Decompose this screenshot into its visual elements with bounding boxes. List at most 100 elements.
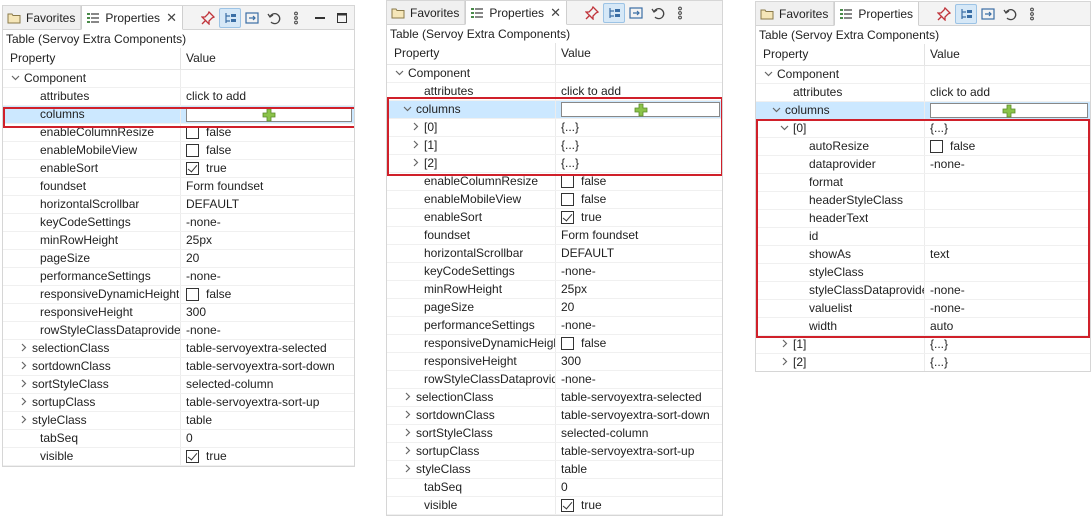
pin-button[interactable] xyxy=(197,8,219,28)
show-advanced-button[interactable] xyxy=(241,8,263,28)
tab-favorites[interactable]: Favorites xyxy=(387,1,466,24)
property-name-cell[interactable]: styleClass xyxy=(387,461,556,478)
property-value-cell[interactable]: Form foundset xyxy=(556,227,722,244)
property-name-cell[interactable]: styleClass xyxy=(3,412,181,429)
chevron-down-icon[interactable] xyxy=(9,70,21,87)
property-name-cell[interactable]: keyCodeSettings xyxy=(3,214,181,231)
property-name-cell[interactable]: minRowHeight xyxy=(387,281,556,298)
restore-default-button[interactable] xyxy=(263,8,285,28)
property-name-cell[interactable]: foundset xyxy=(3,178,181,195)
property-name-cell[interactable]: [0] xyxy=(387,119,556,136)
property-value-cell[interactable]: true xyxy=(181,448,354,465)
property-name-cell[interactable]: enableSort xyxy=(3,160,181,177)
property-value-cell[interactable] xyxy=(925,66,1090,83)
checkbox[interactable] xyxy=(186,144,199,157)
property-row-1[interactable]: [1] {...} xyxy=(387,137,722,155)
property-name-cell[interactable]: attributes xyxy=(756,84,925,101)
property-row-showas[interactable]: showAs text xyxy=(756,246,1090,264)
property-name-cell[interactable]: Component xyxy=(387,65,556,82)
property-row-keycodesettings[interactable]: keyCodeSettings -none- xyxy=(387,263,722,281)
add-column-field[interactable] xyxy=(561,102,720,117)
property-value-cell[interactable]: {...} xyxy=(556,119,722,136)
property-name-cell[interactable]: rowStyleClassDataprovider xyxy=(387,371,556,388)
chevron-right-icon[interactable] xyxy=(409,119,421,136)
property-row-0[interactable]: [0] {...} xyxy=(387,119,722,137)
property-row-pagesize[interactable]: pageSize 20 xyxy=(387,299,722,317)
property-name-cell[interactable]: columns xyxy=(3,106,181,123)
property-row-component[interactable]: Component xyxy=(387,65,722,83)
property-name-cell[interactable]: visible xyxy=(387,497,556,514)
property-value-cell[interactable]: {...} xyxy=(556,137,722,154)
property-row-selectionclass[interactable]: selectionClass table-servoyextra-selected xyxy=(3,340,354,358)
property-value-cell[interactable]: selected-column xyxy=(181,376,354,393)
header-value[interactable]: Value xyxy=(181,48,216,69)
property-name-cell[interactable]: headerStyleClass xyxy=(756,192,925,209)
header-value[interactable]: Value xyxy=(556,43,591,64)
property-value-cell[interactable]: 20 xyxy=(556,299,722,316)
add-plus-icon[interactable] xyxy=(262,108,276,122)
close-icon[interactable]: ✕ xyxy=(550,5,561,21)
chevron-right-icon[interactable] xyxy=(401,443,413,460)
restore-default-button[interactable] xyxy=(647,3,669,23)
property-value-cell[interactable] xyxy=(925,102,1090,119)
property-value-cell[interactable] xyxy=(925,264,1090,281)
property-value-cell[interactable]: Form foundset xyxy=(181,178,354,195)
property-name-cell[interactable]: attributes xyxy=(387,83,556,100)
property-value-cell[interactable]: true xyxy=(556,209,722,226)
property-row-tabseq[interactable]: tabSeq 0 xyxy=(387,479,722,497)
property-row-format[interactable]: format xyxy=(756,174,1090,192)
property-row-enablesort[interactable]: enableSort true xyxy=(3,160,354,178)
header-property[interactable]: Property xyxy=(756,44,925,65)
property-row-sortdownclass[interactable]: sortdownClass table-servoyextra-sort-down xyxy=(3,358,354,376)
chevron-right-icon[interactable] xyxy=(17,394,29,411)
chevron-right-icon[interactable] xyxy=(778,336,790,353)
property-row-attributes[interactable]: attributes click to add xyxy=(3,88,354,106)
property-name-cell[interactable]: keyCodeSettings xyxy=(387,263,556,280)
property-value-cell[interactable] xyxy=(925,228,1090,245)
property-row-sortstyleclass[interactable]: sortStyleClass selected-column xyxy=(387,425,722,443)
tab-properties[interactable]: Properties ✕ xyxy=(81,6,183,30)
property-row-sortupclass[interactable]: sortupClass table-servoyextra-sort-up xyxy=(387,443,722,461)
property-row-id[interactable]: id xyxy=(756,228,1090,246)
checkbox[interactable] xyxy=(561,211,574,224)
property-value-cell[interactable]: {...} xyxy=(556,155,722,172)
property-row-component[interactable]: Component xyxy=(756,66,1090,84)
tab-favorites[interactable]: Favorites xyxy=(756,2,835,25)
property-row-enablemobileview[interactable]: enableMobileView false xyxy=(3,142,354,160)
property-value-cell[interactable]: text xyxy=(925,246,1090,263)
property-name-cell[interactable]: horizontalScrollbar xyxy=(387,245,556,262)
property-row-pagesize[interactable]: pageSize 20 xyxy=(3,250,354,268)
property-value-cell[interactable]: table-servoyextra-sort-down xyxy=(181,358,354,375)
property-name-cell[interactable]: Component xyxy=(756,66,925,83)
property-value-cell[interactable]: 25px xyxy=(556,281,722,298)
property-name-cell[interactable]: minRowHeight xyxy=(3,232,181,249)
property-row-responsiveheight[interactable]: responsiveHeight 300 xyxy=(3,304,354,322)
property-name-cell[interactable]: format xyxy=(756,174,925,191)
add-column-field[interactable] xyxy=(186,107,352,122)
property-row-sortupclass[interactable]: sortupClass table-servoyextra-sort-up xyxy=(3,394,354,412)
property-name-cell[interactable]: id xyxy=(756,228,925,245)
chevron-right-icon[interactable] xyxy=(401,461,413,478)
header-property[interactable]: Property xyxy=(3,48,181,69)
property-value-cell[interactable]: false xyxy=(181,124,354,141)
property-value-cell[interactable]: table-servoyextra-sort-up xyxy=(181,394,354,411)
property-value-cell[interactable]: auto xyxy=(925,318,1090,335)
property-row-styleclass[interactable]: styleClass table xyxy=(3,412,354,430)
property-name-cell[interactable]: responsiveDynamicHeight xyxy=(387,335,556,352)
property-name-cell[interactable]: responsiveHeight xyxy=(3,304,181,321)
chevron-right-icon[interactable] xyxy=(17,376,29,393)
property-name-cell[interactable]: pageSize xyxy=(387,299,556,316)
property-name-cell[interactable]: sortupClass xyxy=(387,443,556,460)
property-name-cell[interactable]: horizontalScrollbar xyxy=(3,196,181,213)
property-name-cell[interactable]: selectionClass xyxy=(3,340,181,357)
property-row-horizontalscrollbar[interactable]: horizontalScrollbar DEFAULT xyxy=(387,245,722,263)
property-value-cell[interactable]: false xyxy=(181,286,354,303)
checkbox[interactable] xyxy=(186,288,199,301)
view-menu-button[interactable] xyxy=(285,8,307,28)
property-name-cell[interactable]: [2] xyxy=(387,155,556,172)
property-row-enablecolumnresize[interactable]: enableColumnResize false xyxy=(3,124,354,142)
property-value-cell[interactable]: table-servoyextra-sort-up xyxy=(556,443,722,460)
add-column-field[interactable] xyxy=(930,103,1088,118)
checkbox[interactable] xyxy=(561,337,574,350)
property-value-cell[interactable]: -none- xyxy=(556,317,722,334)
